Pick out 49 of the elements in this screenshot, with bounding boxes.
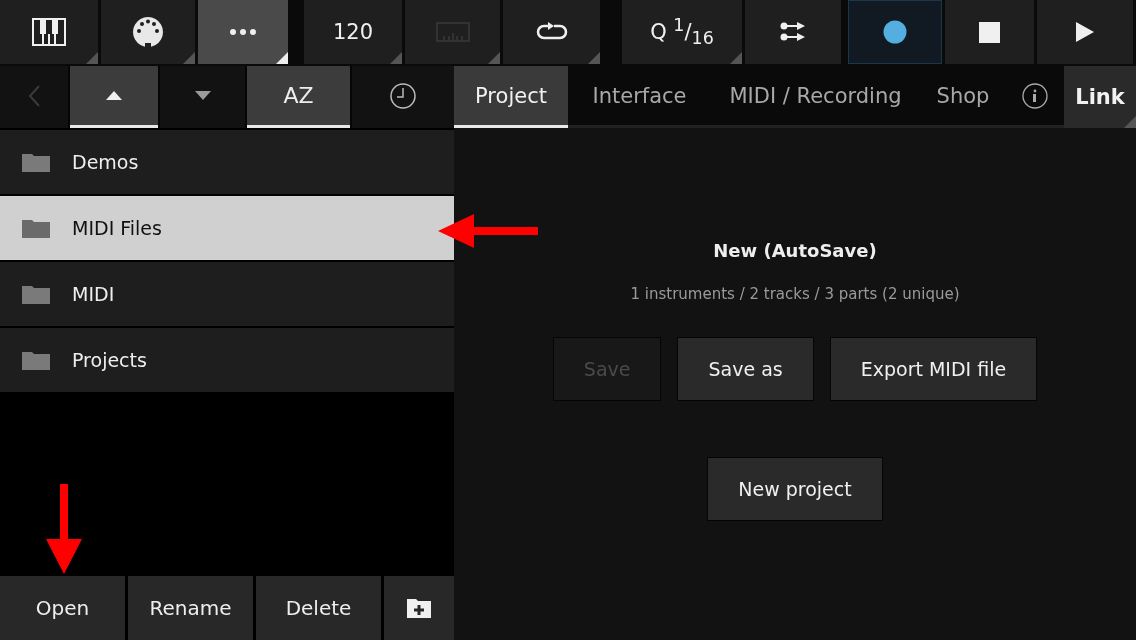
project-button[interactable]: Save as <box>677 337 814 401</box>
tempo-button[interactable]: 120 <box>304 0 402 64</box>
back-chevron-icon <box>28 84 40 107</box>
piano-button[interactable] <box>0 0 98 64</box>
folder-name: MIDI <box>72 283 115 305</box>
record-button[interactable] <box>848 0 942 64</box>
stop-icon <box>979 21 1000 43</box>
alpha-sort-button[interactable]: AZ <box>247 66 350 128</box>
more-dots-icon <box>230 29 256 35</box>
project-title: New (AutoSave) <box>713 240 877 261</box>
folder-row[interactable]: MIDI <box>0 262 454 326</box>
record-dot-icon <box>883 20 907 44</box>
quantize-button[interactable]: Q $^{1}$/$_{16}$ <box>622 0 742 64</box>
stop-button[interactable] <box>945 0 1034 64</box>
folder-name: MIDI Files <box>72 217 162 239</box>
link-button[interactable]: Link <box>1064 66 1136 128</box>
routing-arrows-icon <box>780 21 806 43</box>
file-action-button[interactable]: Rename <box>128 576 253 640</box>
clock-icon <box>390 82 416 109</box>
loop-icon <box>535 22 568 42</box>
settings-tab[interactable]: Project <box>454 66 568 128</box>
mixer-button[interactable] <box>745 0 841 64</box>
more-button[interactable] <box>198 0 288 64</box>
piano-keys-icon <box>32 18 66 46</box>
recent-sort-button[interactable] <box>352 66 454 128</box>
midi-button[interactable] <box>101 0 195 64</box>
new-folder-button[interactable] <box>384 576 454 640</box>
play-button[interactable] <box>1037 0 1133 64</box>
midi-connector-icon <box>132 16 164 48</box>
folder-name: Demos <box>72 151 139 173</box>
ruler-icon <box>435 22 470 42</box>
ascending-sort-button[interactable] <box>70 66 158 128</box>
pointer-arrow-icon <box>44 484 84 574</box>
pointer-arrow-icon <box>438 214 538 248</box>
loop-button[interactable] <box>503 0 600 64</box>
new-folder-icon <box>407 598 431 618</box>
folder-row[interactable]: MIDI Files <box>0 196 454 260</box>
file-action-button[interactable]: Delete <box>256 576 381 640</box>
info-icon <box>1022 82 1048 109</box>
project-button[interactable]: Export MIDI file <box>829 337 1038 401</box>
project-summary: 1 instruments / 2 tracks / 3 parts (2 unique) <box>630 285 960 303</box>
down-triangle-icon <box>194 91 211 100</box>
file-action-button[interactable]: Open <box>0 576 125 640</box>
folder-row[interactable]: Demos <box>0 130 454 194</box>
play-icon <box>1076 22 1094 42</box>
new-project-button[interactable]: New project <box>707 457 883 521</box>
up-triangle-icon <box>106 91 122 100</box>
folder-name: Projects <box>72 349 147 371</box>
folder-row[interactable]: Projects <box>0 328 454 392</box>
